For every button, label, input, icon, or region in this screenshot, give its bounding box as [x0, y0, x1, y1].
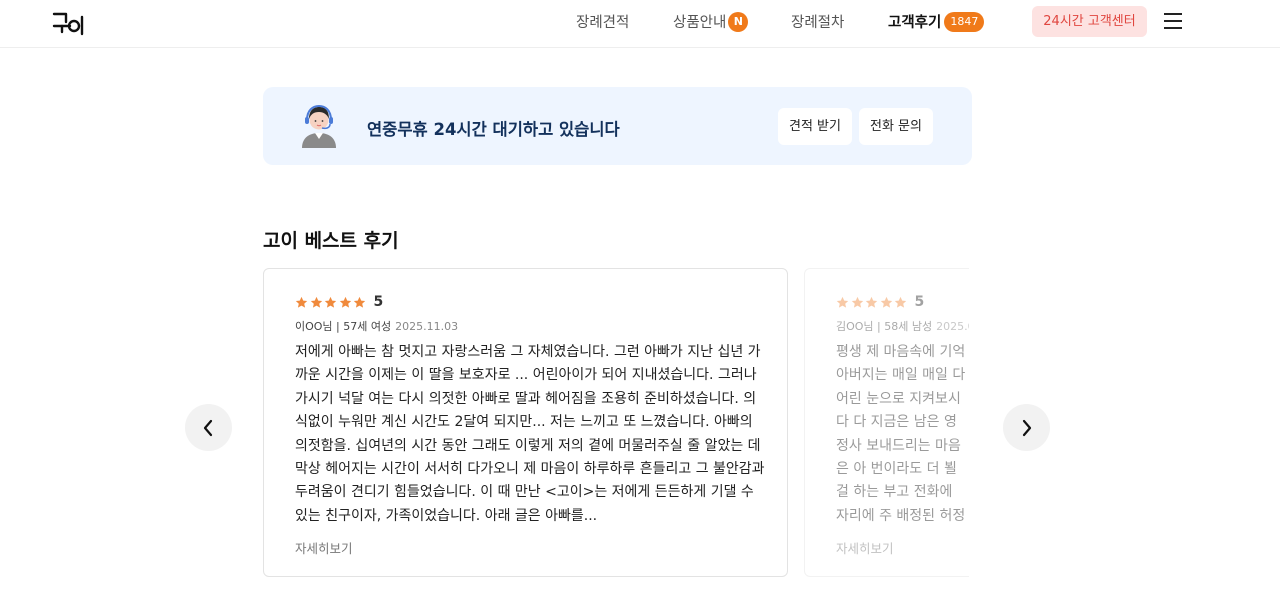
best-reviews-title: 고이 베스트 후기: [263, 230, 399, 252]
nav-label: 장례견적: [576, 15, 630, 31]
read-more-link[interactable]: 자세히보기: [295, 538, 353, 557]
nav-label: 고객후기: [888, 15, 942, 31]
review-author: 이OO님 | 57세 여성: [295, 320, 392, 333]
review-text: 저에게 아빠는 참 멋지고 자랑스러움 그 자체였습니다. 그런 아빠가 지난 …: [295, 344, 765, 524]
banner-message: 연중무휴 24시간 대기하고 있습니다: [367, 120, 620, 139]
star-icon: [894, 296, 907, 309]
review-meta: 김OO님 | 58세 남성2025.0: [836, 318, 969, 334]
star-icon: [339, 296, 352, 309]
review-date: 2025.0: [936, 320, 969, 333]
star-icon: [836, 296, 849, 309]
rating-value: 5: [914, 294, 925, 310]
carousel-next-button[interactable]: [1003, 404, 1050, 451]
star-rating: 5: [836, 294, 924, 310]
headset-agent-icon: [299, 104, 339, 148]
rating-value: 5: [373, 294, 384, 310]
nav-product-info[interactable]: 상품안내 N: [673, 11, 749, 32]
support-banner: 연중무휴 24시간 대기하고 있습니다 견적 받기 전화 문의: [263, 87, 972, 165]
review-card[interactable]: 5 이OO님 | 57세 여성 2025.11.03 저에게 아빠는 참 멋지고 …: [263, 268, 788, 577]
review-carousel: 5 이OO님 | 57세 여성 2025.11.03 저에게 아빠는 참 멋지고 …: [263, 268, 969, 578]
chevron-left-icon: [203, 419, 213, 437]
star-icon: [851, 296, 864, 309]
read-more-link[interactable]: 자세히보기: [836, 538, 894, 557]
carousel-prev-button[interactable]: [185, 404, 232, 451]
phone-inquiry-button[interactable]: 전화 문의: [859, 108, 933, 145]
review-meta: 이OO님 | 57세 여성 2025.11.03: [295, 318, 458, 334]
review-text: 평생 제 마음속에 기억 아버지는 매일 매일 다 어린 눈으로 지켜보시다 다…: [836, 344, 966, 524]
customer-center-button[interactable]: 24시간 고객센터: [1032, 6, 1147, 37]
goi-logo[interactable]: [52, 6, 86, 36]
star-rating: 5: [295, 294, 383, 310]
nav-funeral-procedure[interactable]: 장례절차: [791, 11, 844, 32]
star-icon: [865, 296, 878, 309]
review-card[interactable]: 5 김OO님 | 58세 남성2025.0 평생 제 마음속에 기억 아버지는 …: [804, 268, 969, 577]
star-icon: [324, 296, 337, 309]
star-icon: [880, 296, 893, 309]
get-quote-button[interactable]: 견적 받기: [778, 108, 852, 145]
star-icon: [353, 296, 366, 309]
nav-label: 상품안내: [673, 15, 727, 31]
review-author: 김OO님 | 58세 남성: [836, 320, 933, 333]
nav-label: 장례절차: [791, 15, 845, 31]
chevron-right-icon: [1022, 419, 1032, 437]
new-badge: N: [728, 11, 749, 32]
review-count-badge: 1847: [944, 11, 985, 32]
nav-funeral-quote[interactable]: 장례견적: [576, 11, 629, 32]
hamburger-menu-icon[interactable]: [1162, 11, 1184, 31]
site-header: 장례견적 상품안내 N 장례절차 고객후기 1847 24시간 고객센터: [0, 0, 1280, 48]
star-icon: [310, 296, 323, 309]
star-icon: [295, 296, 308, 309]
review-date: 2025.11.03: [395, 320, 459, 333]
nav-customer-reviews[interactable]: 고객후기 1847: [888, 11, 985, 32]
